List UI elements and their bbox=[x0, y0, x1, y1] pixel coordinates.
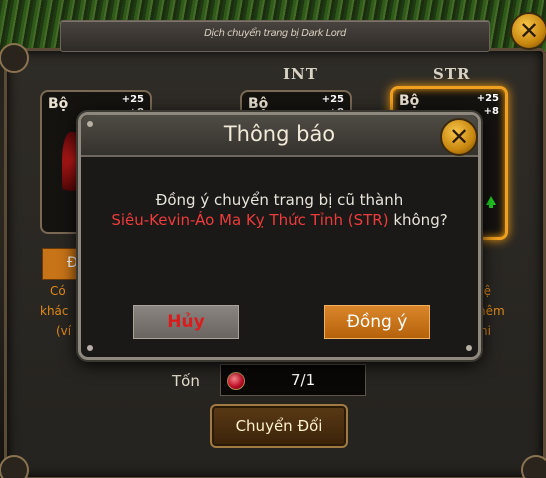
dialog-rivet bbox=[87, 345, 93, 351]
cancel-button-label: Hủy bbox=[167, 312, 205, 332]
window-title: Dịch chuyển trang bị Dark Lord bbox=[204, 28, 346, 39]
frame-corner-ornament bbox=[0, 43, 29, 73]
side-action-button-label: Đ bbox=[67, 255, 78, 271]
item-type-label: Bộ bbox=[48, 96, 69, 112]
confirm-dialog: Thông báo Đồng ý chuyển trang bị cũ thàn… bbox=[78, 112, 481, 360]
side-note-left: (ví bbox=[56, 324, 72, 338]
item-plus-level: +25 bbox=[476, 93, 499, 104]
confirm-button-label: Đồng ý bbox=[346, 312, 408, 332]
dialog-rivet bbox=[466, 345, 472, 351]
cost-value: 7/1 bbox=[291, 371, 316, 389]
dialog-message-suffix: không? bbox=[388, 211, 448, 229]
item-type-label: Bộ bbox=[399, 93, 420, 109]
window-title-bar: Dịch chuyển trang bị Dark Lord bbox=[60, 20, 490, 52]
str-column-label: STR bbox=[433, 65, 471, 83]
cost-box: 7/1 bbox=[220, 364, 366, 396]
close-icon: ✕ bbox=[518, 17, 540, 45]
int-column-label: INT bbox=[283, 65, 318, 83]
side-note-left: Có bbox=[50, 284, 66, 298]
item-type-label: Bộ bbox=[248, 96, 269, 112]
item-plus-level: +25 bbox=[121, 94, 144, 105]
close-icon: ✕ bbox=[448, 123, 470, 151]
frame-corner-ornament bbox=[0, 455, 29, 478]
cancel-button[interactable]: Hủy bbox=[133, 305, 239, 339]
item-plus-level: +25 bbox=[321, 94, 344, 105]
upgrade-arrow-icon bbox=[486, 196, 496, 208]
dialog-item-name: Siêu-Kevin-Áo Ma Kỵ Thức Tỉnh (STR) bbox=[111, 211, 389, 229]
dialog-header: Thông báo bbox=[81, 115, 478, 157]
game-screen: Dịch chuyển trang bị Dark Lord ✕ INT STR… bbox=[0, 0, 546, 478]
dialog-close-button[interactable]: ✕ bbox=[440, 118, 478, 156]
side-note-right: hi bbox=[480, 324, 491, 338]
dialog-rivet bbox=[87, 121, 93, 127]
dialog-message-line1: Đồng ý chuyển trang bị cũ thành bbox=[155, 191, 404, 209]
window-close-button[interactable]: ✕ bbox=[510, 12, 546, 50]
item-plus-option: +8 bbox=[483, 106, 499, 117]
convert-button-label: Chuyển Đổi bbox=[235, 417, 323, 435]
convert-button[interactable]: Chuyển Đổi bbox=[210, 404, 348, 448]
dialog-message-line2: Siêu-Kevin-Áo Ma Kỵ Thức Tỉnh (STR) khôn… bbox=[81, 211, 478, 229]
jewel-icon bbox=[227, 372, 245, 390]
confirm-button[interactable]: Đồng ý bbox=[324, 305, 430, 339]
cost-label: Tốn bbox=[172, 372, 200, 390]
side-note-left: khác bbox=[40, 304, 69, 318]
side-note-right: hêm bbox=[478, 304, 505, 318]
frame-corner-ornament bbox=[521, 455, 546, 478]
dialog-title: Thông báo bbox=[223, 122, 336, 146]
